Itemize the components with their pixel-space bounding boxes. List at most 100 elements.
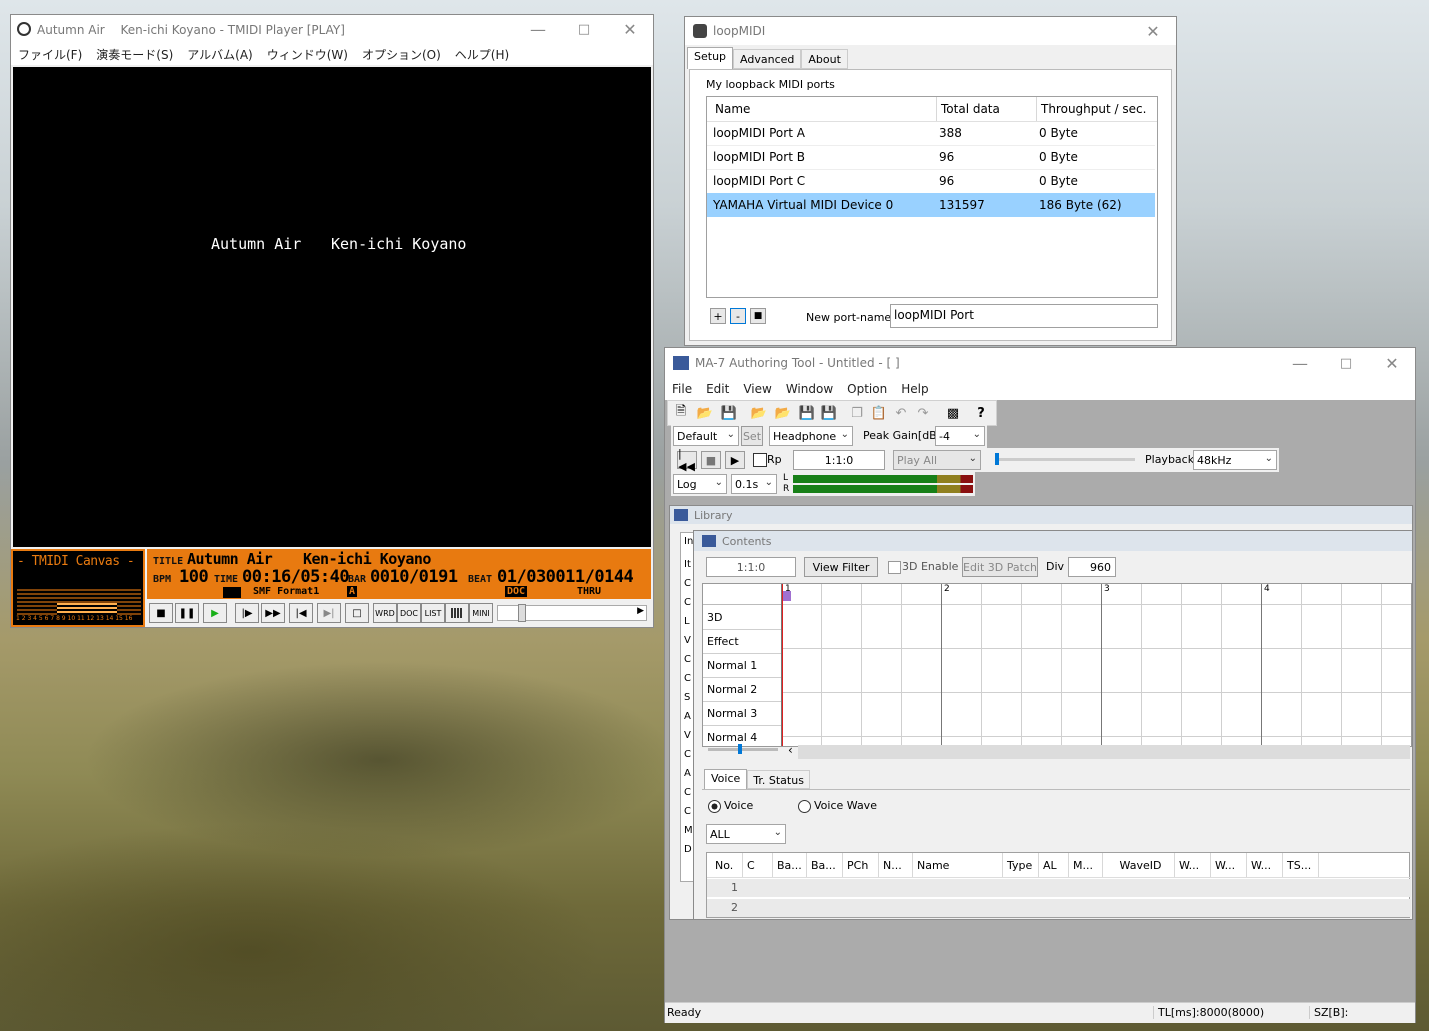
library-item[interactable]: C: [684, 578, 691, 589]
open-green-icon[interactable]: 📂: [748, 403, 770, 423]
play-button[interactable]: ▶: [725, 451, 745, 469]
tab-setup[interactable]: Setup: [687, 47, 734, 69]
close-button[interactable]: ✕: [1130, 17, 1176, 45]
library-item[interactable]: C: [684, 654, 691, 665]
col-type[interactable]: Type: [1003, 853, 1039, 877]
wrd-button[interactable]: WRD: [373, 603, 397, 623]
pause-button[interactable]: ❚❚: [175, 603, 199, 623]
library-item[interactable]: D: [684, 844, 692, 855]
horizontal-scrollbar[interactable]: [798, 745, 1410, 759]
peak-gain-select[interactable]: -4 ⌄: [935, 426, 985, 446]
library-item[interactable]: It: [684, 559, 691, 570]
col-wave-id[interactable]: WaveID: [1103, 853, 1175, 877]
voice-wave-radio[interactable]: [798, 800, 811, 813]
column-total-data[interactable]: Total data: [937, 97, 1037, 121]
seek-thumb[interactable]: [518, 604, 526, 622]
menu-window[interactable]: ウィンドウ(W): [260, 46, 355, 63]
track-row-normal-1[interactable]: Normal 1: [703, 654, 781, 678]
menu-option[interactable]: オプション(O): [355, 46, 448, 63]
library-item[interactable]: S: [684, 692, 690, 703]
scroll-left-icon[interactable]: ‹: [788, 743, 793, 757]
col-bank-msb[interactable]: Ba...: [773, 853, 807, 877]
remove-port-button[interactable]: -: [730, 308, 746, 324]
list-button[interactable]: LIST: [421, 603, 445, 623]
set-button[interactable]: Set: [741, 426, 763, 446]
output-select[interactable]: Headphone ⌄: [769, 426, 853, 446]
new-file-icon[interactable]: 🗎: [670, 403, 692, 423]
minimize-button[interactable]: —: [515, 15, 561, 43]
track-row-3d[interactable]: 3D: [703, 606, 781, 630]
col-w2[interactable]: W...: [1211, 853, 1247, 877]
library-item[interactable]: C: [684, 806, 691, 817]
play-button[interactable]: ▶: [203, 603, 227, 623]
tab-voice[interactable]: Voice: [704, 769, 748, 789]
track-row-normal-4[interactable]: Normal 4: [703, 726, 781, 746]
scale-select[interactable]: Log ⌄: [673, 474, 727, 494]
col-bank-lsb[interactable]: Ba...: [807, 853, 843, 877]
table-row[interactable]: 1: [707, 879, 1411, 897]
library-item[interactable]: V: [684, 635, 691, 646]
library-item[interactable]: C: [684, 787, 691, 798]
port-row[interactable]: loopMIDI Port C 96 0 Byte: [707, 169, 1155, 194]
library-item[interactable]: A: [684, 768, 691, 779]
col-c[interactable]: C: [743, 853, 773, 877]
col-w3[interactable]: W...: [1247, 853, 1283, 877]
loopmidi-titlebar[interactable]: loopMIDI ✕: [685, 17, 1176, 45]
add-port-button[interactable]: +: [710, 308, 726, 324]
tab-advanced[interactable]: Advanced: [733, 49, 802, 69]
open-folder-icon[interactable]: 📂: [694, 403, 716, 423]
help-icon[interactable]: ?: [970, 403, 992, 423]
save-gray-icon[interactable]: 💾: [818, 403, 840, 423]
track-row-normal-2[interactable]: Normal 2: [703, 678, 781, 702]
edit-3d-patch-button[interactable]: Edit 3D Patch: [962, 557, 1038, 577]
menu-file[interactable]: File: [665, 382, 699, 396]
menu-file[interactable]: ファイル(F): [11, 46, 89, 63]
play-mode-select[interactable]: Play All ⌄: [893, 450, 981, 470]
menu-play-mode[interactable]: 演奏モード(S): [89, 46, 180, 63]
column-throughput[interactable]: Throughput / sec.: [1037, 97, 1157, 121]
library-item[interactable]: L: [684, 616, 690, 627]
seek-slider[interactable]: ▶: [497, 604, 647, 622]
view-filter-button[interactable]: View Filter: [804, 557, 878, 577]
menu-help[interactable]: ヘルプ(H): [448, 46, 516, 63]
next-button[interactable]: ▶|: [317, 603, 341, 623]
new-port-input[interactable]: loopMIDI Port: [890, 304, 1158, 328]
col-ts[interactable]: TS...: [1283, 853, 1319, 877]
previous-button[interactable]: |◀: [289, 603, 313, 623]
stop-button[interactable]: ■: [149, 603, 173, 623]
playback-slider[interactable]: [995, 453, 1135, 465]
step-button[interactable]: |▶: [235, 603, 259, 623]
spectrum-button[interactable]: [445, 603, 469, 623]
menu-help[interactable]: Help: [894, 382, 935, 396]
col-n[interactable]: N...: [879, 853, 913, 877]
enable-3d-checkbox[interactable]: [888, 561, 901, 574]
redo-icon[interactable]: ↷: [912, 403, 934, 423]
mini-button[interactable]: MINI: [469, 603, 493, 623]
zoom-slider[interactable]: [708, 744, 778, 754]
voice-radio[interactable]: [708, 800, 721, 813]
port-row[interactable]: loopMIDI Port B 96 0 Byte: [707, 145, 1155, 170]
fast-forward-button[interactable]: ▶▶: [261, 603, 285, 623]
port-row[interactable]: loopMIDI Port A 388 0 Byte: [707, 121, 1155, 146]
library-item[interactable]: V: [684, 730, 691, 741]
track-row-normal-3[interactable]: Normal 3: [703, 702, 781, 726]
close-button[interactable]: ✕: [1369, 348, 1415, 378]
library-item[interactable]: M: [684, 825, 693, 836]
save-green-icon[interactable]: 💾: [796, 403, 818, 423]
col-m[interactable]: M...: [1069, 853, 1103, 877]
library-item[interactable]: C: [684, 597, 691, 608]
menu-window[interactable]: Window: [779, 382, 840, 396]
sample-rate-select[interactable]: 48kHz ⌄: [1193, 450, 1277, 470]
menu-edit[interactable]: Edit: [699, 382, 736, 396]
stop-port-button[interactable]: ■: [750, 308, 766, 324]
undo-icon[interactable]: ↶: [890, 403, 912, 423]
menu-view[interactable]: View: [736, 382, 778, 396]
repeat-checkbox[interactable]: [753, 453, 767, 467]
stop-button[interactable]: ■: [701, 451, 721, 469]
playback-thumb[interactable]: [995, 453, 999, 465]
ma7-titlebar[interactable]: MA-7 Authoring Tool - Untitled - [ ] — □…: [665, 348, 1415, 378]
tab-about[interactable]: About: [801, 49, 848, 69]
menu-album[interactable]: アルバム(A): [180, 46, 259, 63]
position-field[interactable]: 1:1:0: [793, 450, 885, 470]
voice-filter-select[interactable]: ALL ⌄: [706, 824, 786, 844]
